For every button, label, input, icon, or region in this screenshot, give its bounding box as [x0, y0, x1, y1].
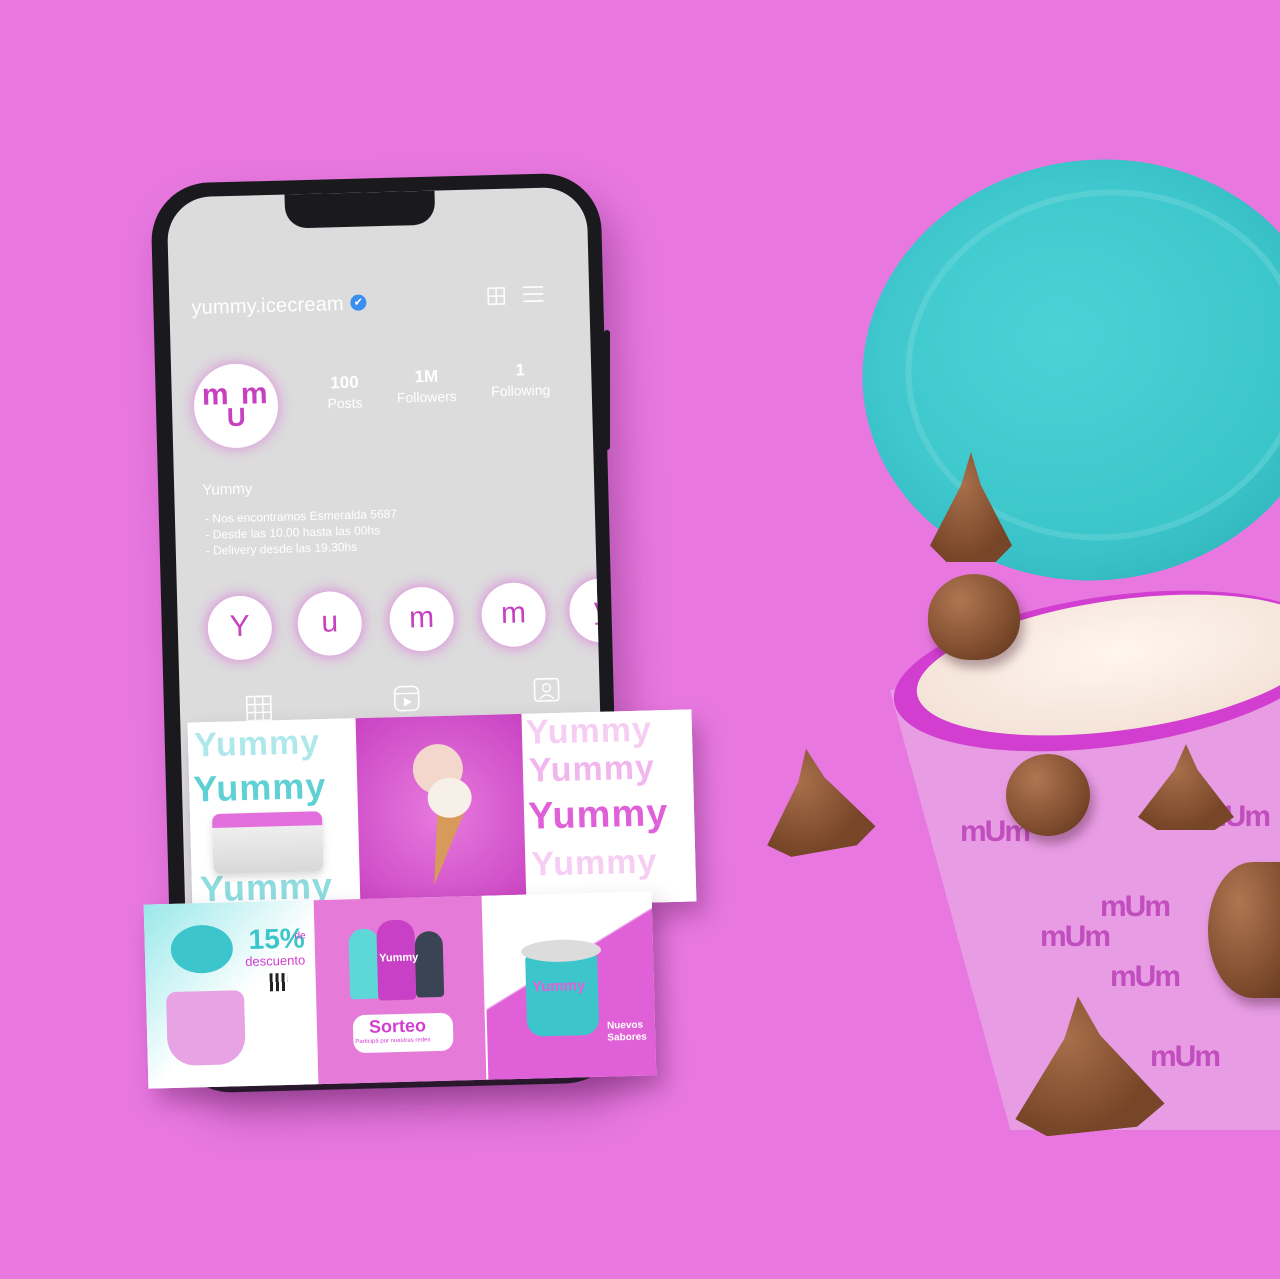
cup-pattern-logo: mUm: [1100, 890, 1171, 923]
post-tile[interactable]: Yummy Nuevos Sabores: [483, 891, 657, 1080]
profile-display-name: Yummy: [202, 480, 253, 499]
story-highlight[interactable]: u: [296, 590, 363, 657]
stat-following-label: Following: [490, 381, 551, 400]
popsicle-icon: [414, 930, 445, 998]
cup-pattern-logo: mUm: [1040, 920, 1111, 953]
stat-posts[interactable]: 100 Posts: [299, 372, 390, 412]
cup-lid-icon: [170, 924, 234, 974]
cup-brand: Yummy: [531, 977, 586, 996]
stat-followers-label: Followers: [396, 388, 458, 406]
post-brand-text: Yummy: [192, 765, 327, 810]
post-brand-text: Yummy: [193, 723, 321, 765]
post-tile[interactable]: Yummy Sorteo Participá por nuestras rede…: [313, 895, 487, 1085]
discount-de: de: [294, 930, 306, 942]
profile-avatar[interactable]: m m U: [192, 362, 280, 449]
posts-row: 15% de descuento Yummy Sorteo Participá …: [143, 891, 657, 1089]
post-tile[interactable]: Yummy Yummy Yummy: [187, 718, 359, 915]
popsicle-label: Yummy: [379, 951, 419, 965]
reels-icon[interactable]: [393, 685, 420, 719]
profile-username[interactable]: yummy.icecream: [191, 293, 344, 320]
bio-line: - Delivery desde las 19.30hs: [205, 539, 358, 558]
post-tile[interactable]: Yummy Yummy Yummy Yummy: [523, 709, 697, 906]
post-brand-text: Yummy: [528, 748, 656, 790]
menu-icon[interactable]: [521, 284, 546, 311]
scoop-icon: [427, 777, 473, 819]
grid-icon[interactable]: [487, 287, 506, 311]
cup-icon: [165, 990, 246, 1067]
qr-code-icon: [269, 972, 288, 992]
chocolate-chip-icon: [1006, 754, 1090, 836]
stat-following[interactable]: 1 Following: [475, 359, 566, 399]
chocolate-chip-icon: [928, 574, 1020, 660]
posts-row: Yummy Yummy Yummy Yummy Yummy Yummy Yumm…: [187, 709, 697, 915]
phone-side-button: [604, 330, 610, 450]
post-brand-text: Yummy: [527, 792, 669, 838]
raffle-title: Sorteo: [368, 1015, 427, 1037]
story-highlight[interactable]: m: [388, 586, 455, 652]
phone-notch: [284, 190, 436, 229]
post-brand-text: Yummy: [525, 710, 653, 752]
post-brand-text: Yummy: [530, 842, 658, 884]
post-tile[interactable]: [355, 713, 527, 911]
tagged-icon[interactable]: [533, 676, 560, 710]
post-tile[interactable]: 15% de descuento: [143, 900, 317, 1089]
cup-pattern-logo: mUm: [1150, 1040, 1221, 1073]
chocolate-chip-icon: [752, 739, 878, 861]
stat-followers[interactable]: 1M Followers: [381, 366, 472, 406]
story-highlight[interactable]: m: [480, 581, 547, 648]
new-flavors-text: Sabores: [607, 1031, 647, 1044]
stat-posts-label: Posts: [327, 394, 363, 412]
stat-followers-count: 1M: [414, 366, 439, 387]
verified-badge-icon: ✔: [350, 294, 367, 311]
discount-text: descuento: [245, 952, 306, 970]
popsicle-icon: [348, 928, 381, 1000]
stat-following-count: 1: [515, 360, 526, 380]
cup-pattern-logo: mUm: [1110, 960, 1181, 993]
story-highlight[interactable]: Y: [207, 595, 273, 661]
new-flavors-text: Nuevos: [606, 1019, 644, 1032]
stat-posts-count: 100: [330, 372, 359, 393]
ice-cream-box: [211, 811, 324, 875]
avatar-logo: m m U: [201, 377, 270, 433]
